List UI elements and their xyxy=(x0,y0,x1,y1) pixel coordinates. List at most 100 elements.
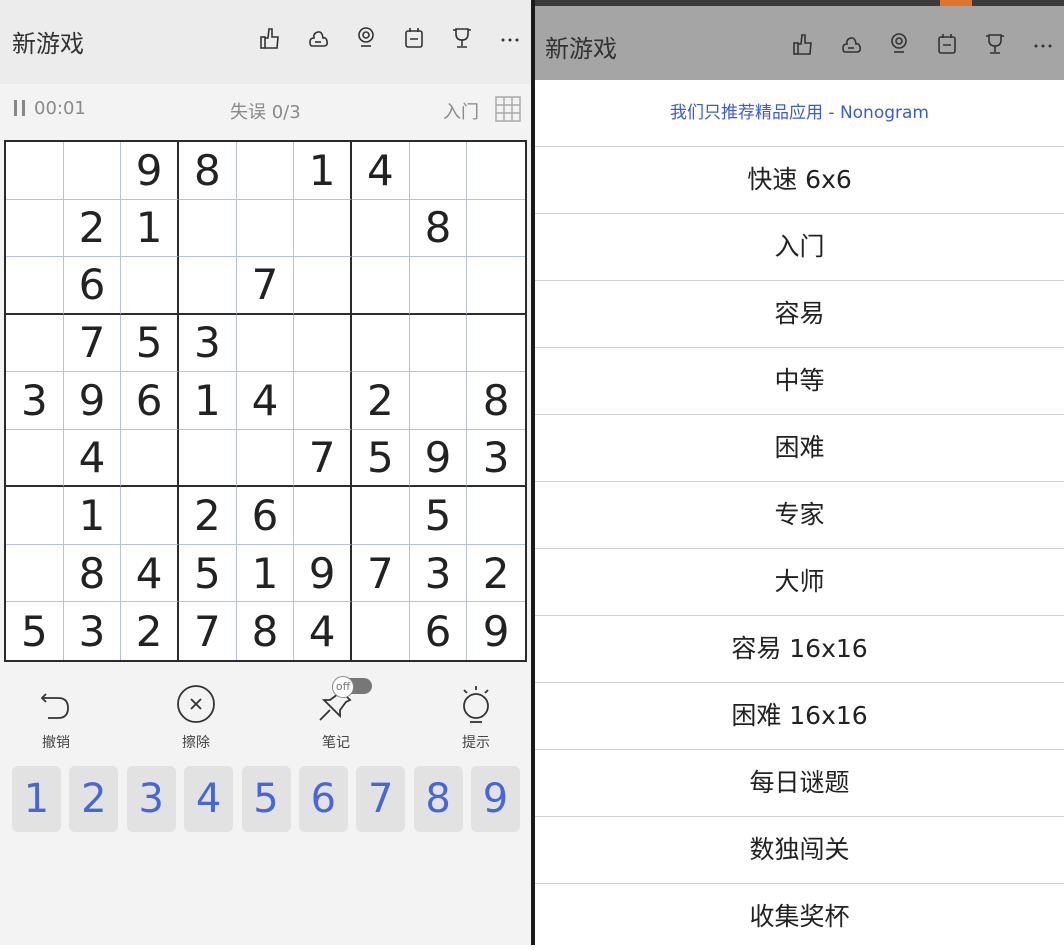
undo-button[interactable]: 撤销 xyxy=(16,684,96,751)
board-cell[interactable]: 9 xyxy=(409,429,468,488)
thumbs-up-icon[interactable] xyxy=(259,26,281,50)
board-cell[interactable] xyxy=(294,487,352,545)
board-cell[interactable]: 5 xyxy=(6,602,64,660)
board-cell[interactable] xyxy=(121,257,179,315)
board-cell[interactable] xyxy=(121,429,179,488)
board-cell[interactable] xyxy=(6,487,64,545)
number-key-4[interactable]: 4 xyxy=(184,766,234,832)
board-cell[interactable]: 1 xyxy=(63,487,122,545)
board-cell[interactable]: 7 xyxy=(236,257,295,315)
menu-item[interactable]: 困难 xyxy=(535,414,1064,481)
board-cell[interactable] xyxy=(6,544,64,603)
board-cell[interactable]: 7 xyxy=(179,602,237,660)
board-cell[interactable]: 9 xyxy=(294,544,352,603)
board-cell[interactable]: 3 xyxy=(64,602,122,660)
number-key-5[interactable]: 5 xyxy=(241,766,291,832)
menu-item[interactable]: 困难 16x16 xyxy=(535,682,1064,749)
board-cell[interactable]: 1 xyxy=(294,142,352,200)
board-cell[interactable] xyxy=(6,429,64,488)
board-cell[interactable] xyxy=(6,257,64,315)
calendar-icon[interactable] xyxy=(403,26,425,50)
board-cell[interactable]: 4 xyxy=(294,602,352,660)
menu-item[interactable]: 大师 xyxy=(535,548,1064,615)
board-cell[interactable] xyxy=(467,487,525,545)
board-cell[interactable] xyxy=(409,142,468,200)
board-cell[interactable] xyxy=(294,372,352,430)
number-key-8[interactable]: 8 xyxy=(413,766,463,832)
board-cell[interactable]: 2 xyxy=(63,199,122,258)
trophy-icon[interactable] xyxy=(451,26,473,50)
board-cell[interactable] xyxy=(179,429,237,488)
board-cell[interactable]: 6 xyxy=(410,602,468,660)
board-cell[interactable]: 5 xyxy=(352,429,410,488)
board-cell[interactable]: 8 xyxy=(63,544,122,603)
menu-item[interactable]: 收集奖杯 xyxy=(535,883,1064,950)
board-cell[interactable]: 7 xyxy=(63,314,122,373)
board-cell[interactable] xyxy=(121,487,179,545)
board-cell[interactable] xyxy=(236,199,295,258)
board-cell[interactable] xyxy=(6,199,64,258)
menu-item[interactable]: 专家 xyxy=(535,481,1064,548)
pause-icon[interactable] xyxy=(12,97,30,124)
board-cell[interactable]: 6 xyxy=(236,487,295,545)
menu-item[interactable]: 容易 xyxy=(535,280,1064,347)
board-cell[interactable] xyxy=(179,199,237,258)
badge-icon[interactable] xyxy=(888,32,910,56)
board-cell[interactable]: 9 xyxy=(467,602,525,660)
grid-icon[interactable] xyxy=(495,96,521,122)
menu-item[interactable]: 容易 16x16 xyxy=(535,615,1064,682)
number-key-7[interactable]: 7 xyxy=(356,766,406,832)
board-cell[interactable]: 3 xyxy=(179,314,237,373)
board-cell[interactable] xyxy=(352,487,410,545)
board-cell[interactable] xyxy=(409,257,468,315)
board-cell[interactable]: 2 xyxy=(121,602,179,660)
board-cell[interactable] xyxy=(352,257,410,315)
board-cell[interactable]: 9 xyxy=(121,142,179,200)
board-cell[interactable] xyxy=(294,314,352,373)
menu-item[interactable]: 每日谜题 xyxy=(535,749,1064,816)
board-cell[interactable]: 8 xyxy=(409,199,468,258)
board-cell[interactable]: 7 xyxy=(294,429,352,488)
board-cell[interactable]: 8 xyxy=(237,602,295,660)
board-cell[interactable] xyxy=(409,314,468,373)
board-cell[interactable]: 3 xyxy=(409,544,468,603)
menu-item[interactable]: 中等 xyxy=(535,347,1064,414)
board-cell[interactable] xyxy=(409,372,468,430)
board-cell[interactable] xyxy=(352,314,410,373)
menu-item[interactable]: 入门 xyxy=(535,213,1064,280)
board-cell[interactable]: 1 xyxy=(179,372,237,430)
board-cell[interactable]: 6 xyxy=(121,372,179,430)
number-key-2[interactable]: 2 xyxy=(69,766,119,832)
board-cell[interactable]: 4 xyxy=(121,544,179,603)
board-cell[interactable] xyxy=(179,257,237,315)
board-cell[interactable] xyxy=(352,602,410,660)
board-cell[interactable] xyxy=(467,200,525,258)
cloud-icon[interactable] xyxy=(840,32,862,56)
board-cell[interactable] xyxy=(236,142,295,200)
erase-button[interactable]: 擦除 xyxy=(156,684,236,751)
board-cell[interactable]: 5 xyxy=(409,487,468,545)
number-key-6[interactable]: 6 xyxy=(298,766,348,832)
menu-item[interactable]: 数独闯关 xyxy=(535,816,1064,883)
notes-button[interactable]: off 笔记 xyxy=(296,676,376,751)
thumbs-up-icon[interactable] xyxy=(792,32,814,56)
trophy-icon[interactable] xyxy=(984,32,1006,56)
board-cell[interactable]: 2 xyxy=(467,545,525,603)
board-cell[interactable]: 4 xyxy=(352,142,410,200)
board-cell[interactable]: 8 xyxy=(179,142,237,200)
board-cell[interactable] xyxy=(6,142,64,200)
more-icon[interactable] xyxy=(1032,32,1054,56)
board-cell[interactable]: 8 xyxy=(467,372,525,430)
board-cell[interactable]: 1 xyxy=(121,199,179,258)
board-cell[interactable]: 4 xyxy=(236,372,295,430)
board-cell[interactable] xyxy=(236,314,295,373)
board-cell[interactable] xyxy=(467,257,525,315)
board-cell[interactable]: 6 xyxy=(63,257,122,315)
more-icon[interactable] xyxy=(499,26,521,50)
board-cell[interactable]: 7 xyxy=(352,544,410,603)
board-cell[interactable] xyxy=(6,314,64,373)
promo-link[interactable]: 我们只推荐精品应用 - Nonogram xyxy=(535,80,1064,146)
board-cell[interactable] xyxy=(236,429,295,488)
board-cell[interactable]: 5 xyxy=(121,314,179,373)
board-cell[interactable] xyxy=(352,199,410,258)
